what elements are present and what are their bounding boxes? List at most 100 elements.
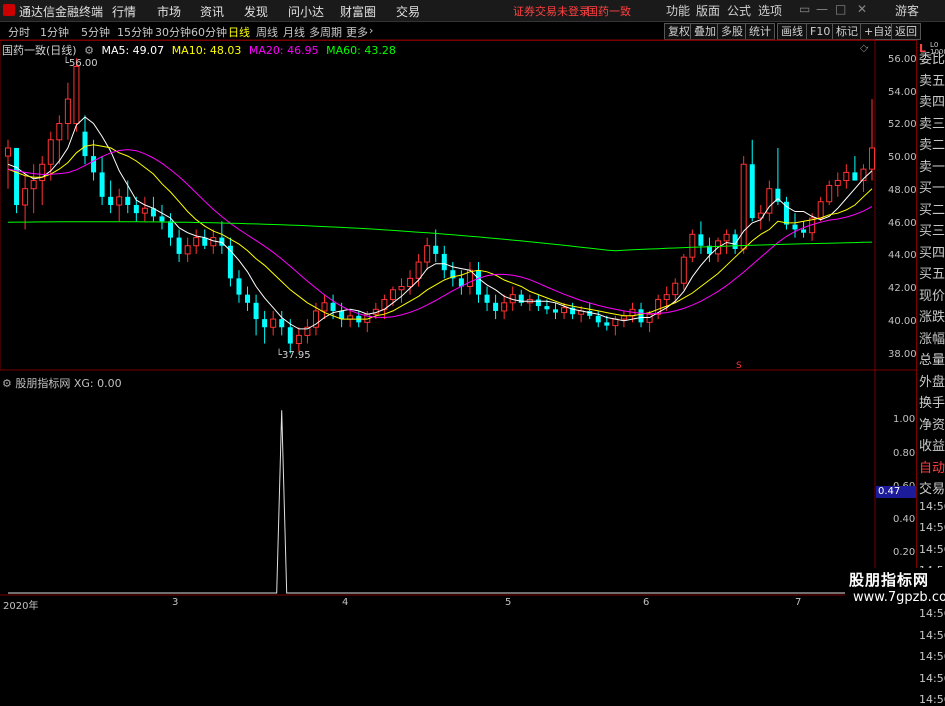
candle-body[interactable] [30,180,37,190]
candle-body[interactable] [792,224,798,230]
panel-row-label[interactable]: 交易 [919,478,945,497]
candle-body[interactable] [73,65,80,124]
candle-body[interactable] [475,270,481,295]
candle-body[interactable] [91,156,97,173]
candle-body[interactable] [141,207,148,214]
candle-body[interactable] [339,310,345,320]
candle-body[interactable] [612,318,619,327]
candle-body[interactable] [125,196,131,205]
candle-body[interactable] [663,294,670,301]
candle-body[interactable] [680,256,687,284]
candle-body[interactable] [176,237,182,254]
candle-body[interactable] [193,237,200,247]
price-tick: 46.00 [888,218,917,229]
panel-row-label: 卖一 [919,159,945,175]
candle-body[interactable] [82,131,88,157]
panel-row-label: 14:56 [919,499,945,513]
candle-body[interactable] [595,315,601,323]
candle-body[interactable] [826,184,833,203]
panel-row-label: 14:56 [919,628,945,642]
candle-body[interactable] [133,205,139,214]
candle-body[interactable] [99,172,105,197]
indicator-name: 股朋指标网 [15,377,71,390]
candle-body[interactable] [801,229,807,233]
candle-body[interactable] [852,172,858,181]
candle-body[interactable] [544,306,550,310]
candle-body[interactable] [184,245,191,255]
candle-body[interactable] [843,171,850,182]
candle-body[interactable] [108,196,114,205]
candle-body[interactable] [698,234,704,246]
price-tick: 52.00 [888,119,917,130]
candle-body[interactable] [869,147,875,170]
indicator-xg: XG: 0.00 [73,377,122,390]
indicator-tick: 0.40 [893,514,916,525]
panel-row-label: 14:56 [919,542,945,556]
candle-body[interactable] [723,233,730,242]
candle-body[interactable] [279,319,285,328]
indicator-line [8,410,872,594]
candle-body[interactable] [236,278,242,295]
indicator-tick: 0.20 [893,547,916,558]
candle-body[interactable] [159,216,165,222]
candle-body[interactable] [116,196,123,206]
candle-body[interactable] [14,147,20,205]
candle-body[interactable] [441,253,447,271]
x-tick: 3 [172,597,179,608]
panel-row-label: 收益 [919,439,945,454]
candle-body[interactable] [168,221,174,238]
panel-row-label: 买一 [919,181,945,196]
candle-body[interactable] [424,245,431,263]
candle-body[interactable] [330,302,336,311]
watermark-title: 股朋指标网 [849,571,930,589]
candle-body[interactable] [398,286,405,291]
candle-body[interactable] [817,201,824,219]
candle-body[interactable] [552,309,558,313]
candle-body[interactable] [535,299,541,307]
candle-body[interactable] [433,245,439,254]
candle-body[interactable] [740,163,747,250]
candle-body[interactable] [389,289,396,301]
candle-body[interactable] [620,315,627,320]
candle-body[interactable] [5,147,11,157]
price-tick: 48.00 [888,185,917,196]
candle-body[interactable] [501,302,508,312]
price-tick: 50.00 [888,152,917,163]
candle-body[interactable] [415,261,422,279]
indicator-settings-icon[interactable]: ⚙ [2,377,12,390]
kline-chart[interactable]: ◇ · S [0,0,945,609]
candle-body[interactable] [56,123,63,141]
panel-row-label[interactable]: 自动 [919,457,945,476]
candle-body[interactable] [295,334,302,345]
price-tick: 54.00 [888,87,917,98]
candle-body[interactable] [484,294,490,303]
candle-body[interactable] [561,307,568,314]
candle-body[interactable] [22,188,29,206]
candle-body[interactable] [646,313,653,323]
candle-body[interactable] [321,302,328,312]
candle-body[interactable] [604,322,610,326]
candle-body[interactable] [64,98,71,125]
x-tick: 6 [643,597,650,608]
candle-body[interactable] [270,318,277,328]
candle-body[interactable] [493,302,499,311]
candle-body[interactable] [407,277,414,288]
panel-row-label: 卖五 [919,73,945,89]
candle-body[interactable] [672,282,679,296]
candle-body[interactable] [834,180,841,186]
x-tick: 7 [795,597,802,608]
candle-body[interactable] [689,233,696,258]
price-tick: 56.00 [888,54,917,65]
candle-body[interactable] [749,164,755,219]
candle-body[interactable] [202,237,208,246]
panel-row-label: 买三 [919,224,945,239]
candle-body[interactable] [47,139,54,165]
candle-body[interactable] [287,327,293,344]
panel-row-label: 买二 [919,202,945,218]
candle-body[interactable] [253,302,259,320]
candle-body[interactable] [638,309,644,323]
candle-body[interactable] [245,294,251,303]
dot-icon[interactable]: · [866,43,869,54]
signal-marker-s: S [736,361,742,371]
candle-body[interactable] [262,319,268,328]
